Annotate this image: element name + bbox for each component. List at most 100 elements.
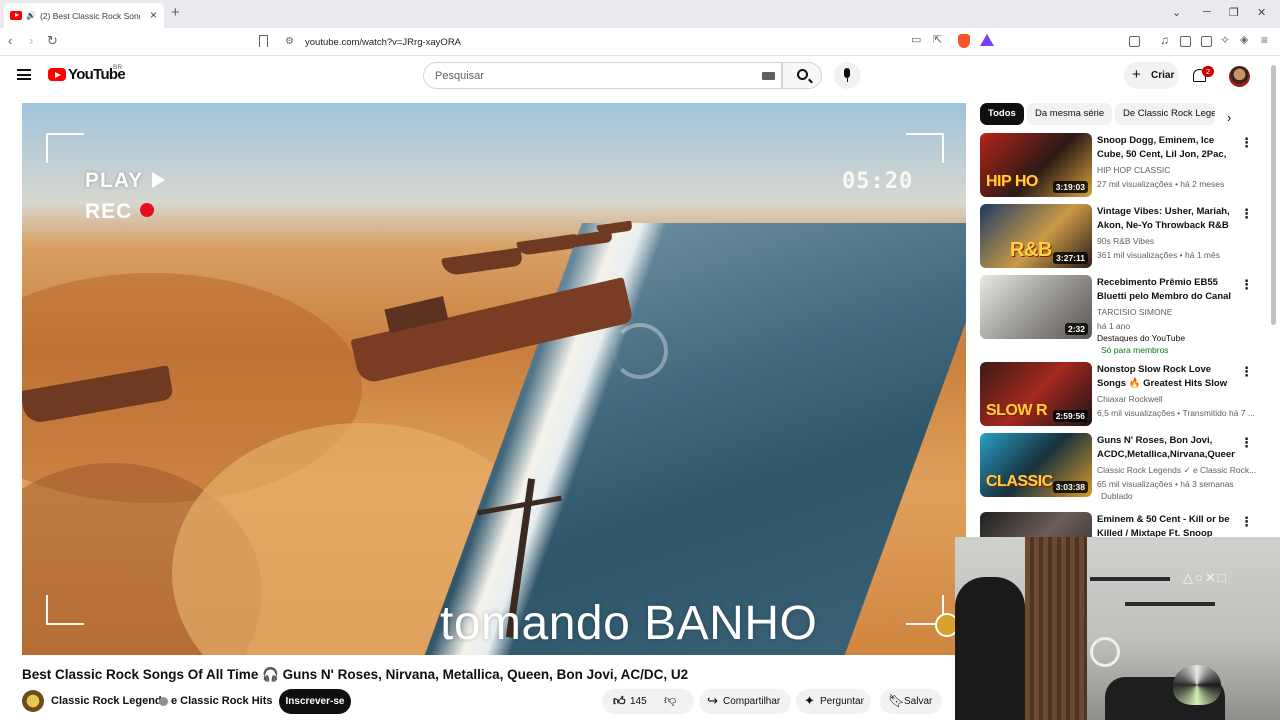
country-code: BR — [113, 64, 123, 71]
menu-icon[interactable]: ≡ — [1261, 33, 1268, 47]
related-video[interactable]: SLOW R 2:59:56 Nonstop Slow Rock Love So… — [980, 362, 1255, 428]
save-label: Salvar — [904, 696, 933, 707]
overlay-timer: 05:20 — [842, 169, 914, 194]
leo-ai-icon[interactable]: ✧ — [1220, 33, 1230, 47]
thumbnail-text: SLOW R — [986, 402, 1048, 419]
video-thumbnail[interactable]: HIP HO 3:19:03 — [980, 133, 1092, 197]
youtube-logo-icon[interactable] — [48, 68, 66, 81]
filter-chips: Todos Da mesma série De Classic Rock Leg… — [980, 103, 1240, 125]
video-duration: 3:27:11 — [1053, 252, 1088, 264]
streamer-silhouette — [955, 577, 1025, 720]
more-actions-icon[interactable]: ⋮ — [1240, 135, 1253, 151]
share-page-icon[interactable]: ⇱ — [933, 33, 942, 46]
brave-rewards-icon[interactable] — [980, 34, 994, 46]
tab-search-icon[interactable]: ⌄ — [1172, 6, 1181, 19]
page-scrollbar[interactable] — [1271, 65, 1276, 325]
channel-avatar[interactable] — [22, 690, 44, 712]
search-input[interactable]: Pesquisar — [423, 62, 782, 89]
create-label: Criar — [1151, 70, 1175, 81]
related-meta: 27 mil visualizações • há 2 meses — [1097, 179, 1225, 189]
keyboard-icon[interactable] — [762, 72, 775, 80]
related-channel[interactable]: Classic Rock Legends ✓ e Classic Rock... — [1097, 465, 1256, 476]
video-thumbnail[interactable]: SLOW R 2:59:56 — [980, 362, 1092, 426]
wood-wall-panel — [1025, 537, 1087, 720]
sidebar-icon[interactable] — [1180, 36, 1191, 47]
related-video[interactable]: CLASSIC 3:03:38 Guns N' Roses, Bon Jovi,… — [980, 433, 1256, 505]
verified-icon — [159, 697, 168, 706]
helmet — [1173, 665, 1221, 705]
related-video[interactable]: R&B 3:27:11 Vintage Vibes: Usher, Mariah… — [980, 204, 1253, 270]
new-tab-icon[interactable]: + — [171, 4, 180, 21]
related-title[interactable]: Vintage Vibes: Usher, Mariah, Akon, Ne-Y… — [1097, 205, 1235, 232]
more-actions-icon[interactable]: ⋮ — [1240, 364, 1253, 380]
play-triangle-icon — [152, 172, 165, 188]
forward-icon[interactable]: › — [29, 33, 33, 48]
reader-icon[interactable] — [1129, 36, 1140, 47]
subscribe-button[interactable]: Inscrever-se — [279, 689, 351, 714]
save-button[interactable]: 🔖︎ Salvar — [880, 689, 942, 714]
site-settings-icon[interactable]: ⚙ — [285, 36, 294, 47]
related-channel[interactable]: Chiaxar Rockwell — [1097, 394, 1163, 404]
minimize-icon[interactable]: ─ — [1203, 6, 1211, 18]
youtube-highlights-label: Destaques do YouTube — [1097, 333, 1186, 343]
viewfinder-corner — [46, 133, 84, 163]
like-count: 145 — [630, 696, 647, 707]
share-button[interactable]: ↪ Compartilhar — [699, 689, 791, 714]
share-icon: ↪ — [707, 693, 718, 708]
ask-button[interactable]: ✦ Perguntar — [796, 689, 871, 714]
close-window-icon[interactable]: ✕ — [1257, 6, 1266, 19]
related-video[interactable]: HIP HO 3:19:03 Snoop Dogg, Eminem, Ice C… — [980, 133, 1253, 199]
video-duration: 3:19:03 — [1052, 181, 1088, 193]
wallet-icon[interactable] — [1201, 36, 1212, 47]
cast-icon[interactable]: ▭ — [911, 33, 921, 46]
related-title[interactable]: Guns N' Roses, Bon Jovi, ACDC,Metallica,… — [1097, 434, 1235, 461]
related-channel[interactable]: HIP HOP CLASSIC — [1097, 165, 1170, 175]
playstation-logo-icon: △○✕□ — [1183, 570, 1228, 585]
video-thumbnail[interactable]: CLASSIC 3:03:38 — [980, 433, 1092, 497]
voice-search-icon[interactable] — [834, 62, 861, 89]
more-actions-icon[interactable]: ⋮ — [1240, 435, 1253, 451]
related-title[interactable]: Recebimento Prêmio EB55 Bluetti pelo Mem… — [1097, 276, 1235, 303]
more-actions-icon[interactable]: ⋮ — [1240, 206, 1253, 222]
restore-icon[interactable]: ❐ — [1229, 6, 1239, 19]
video-thumbnail[interactable]: R&B 3:27:11 — [980, 204, 1092, 268]
vpn-shield-icon[interactable]: ◈ — [1240, 33, 1248, 46]
video-thumbnail[interactable]: 2:32 — [980, 275, 1092, 339]
like-button[interactable]: 👍︎ 145 — [602, 689, 694, 714]
related-title[interactable]: Eminem & 50 Cent - Kill or be Killed / M… — [1097, 513, 1235, 540]
share-label: Compartilhar — [723, 696, 781, 707]
related-video[interactable]: 2:32 Recebimento Prêmio EB55 Bluetti pel… — [980, 275, 1253, 360]
chevron-right-icon[interactable]: › — [1227, 110, 1231, 125]
close-tab-icon[interactable]: × — [150, 8, 157, 22]
speaker-icon[interactable]: 🔊 — [26, 11, 36, 20]
bookmark-icon[interactable] — [259, 35, 268, 47]
video-duration: 2:32 — [1064, 323, 1088, 335]
related-channel[interactable]: 90s R&B Vibes — [1097, 236, 1154, 246]
more-actions-icon[interactable]: ⋮ — [1240, 514, 1253, 530]
related-channel[interactable]: TARCISIO SIMONE — [1097, 307, 1172, 317]
video-player[interactable]: PLAY REC 05:20 tomando BANHO — [22, 103, 966, 655]
url-text[interactable]: youtube.com/watch?v=JRrg-xayORA — [305, 37, 461, 48]
create-button[interactable]: + Criar — [1124, 62, 1179, 89]
search-button[interactable] — [782, 62, 822, 89]
overlay-play-text: PLAY — [85, 169, 144, 192]
reload-icon[interactable]: ↻ — [47, 33, 58, 49]
ask-label: Perguntar — [820, 696, 864, 707]
related-title[interactable]: Snoop Dogg, Eminem, Ice Cube, 50 Cent, L… — [1097, 134, 1235, 161]
guide-menu-icon[interactable] — [17, 69, 31, 80]
channel-name-secondary[interactable]: e Classic Rock Hits — [171, 695, 273, 707]
stream-caption: tomando BANHO — [440, 597, 818, 650]
chip-todos[interactable]: Todos — [980, 103, 1024, 125]
browser-tab[interactable]: 🔊 (2) Best Classic Rock Songs Of × — [4, 3, 164, 28]
more-actions-icon[interactable]: ⋮ — [1240, 277, 1253, 293]
user-avatar[interactable] — [1229, 66, 1250, 87]
chip-channel[interactable]: De Classic Rock Legends — [1115, 103, 1215, 125]
brave-shields-icon[interactable] — [958, 34, 970, 48]
dislike-icon[interactable]: 👎︎ — [664, 693, 676, 708]
related-title[interactable]: Nonstop Slow Rock Love Songs 🔥 Greatest … — [1097, 363, 1235, 390]
channel-name[interactable]: Classic Rock Legends — [51, 695, 168, 707]
back-icon[interactable]: ‹ — [8, 33, 12, 48]
music-icon[interactable]: ♫ — [1160, 33, 1169, 47]
chip-same-series[interactable]: Da mesma série — [1027, 103, 1113, 125]
video-duration: 2:59:56 — [1052, 410, 1088, 422]
